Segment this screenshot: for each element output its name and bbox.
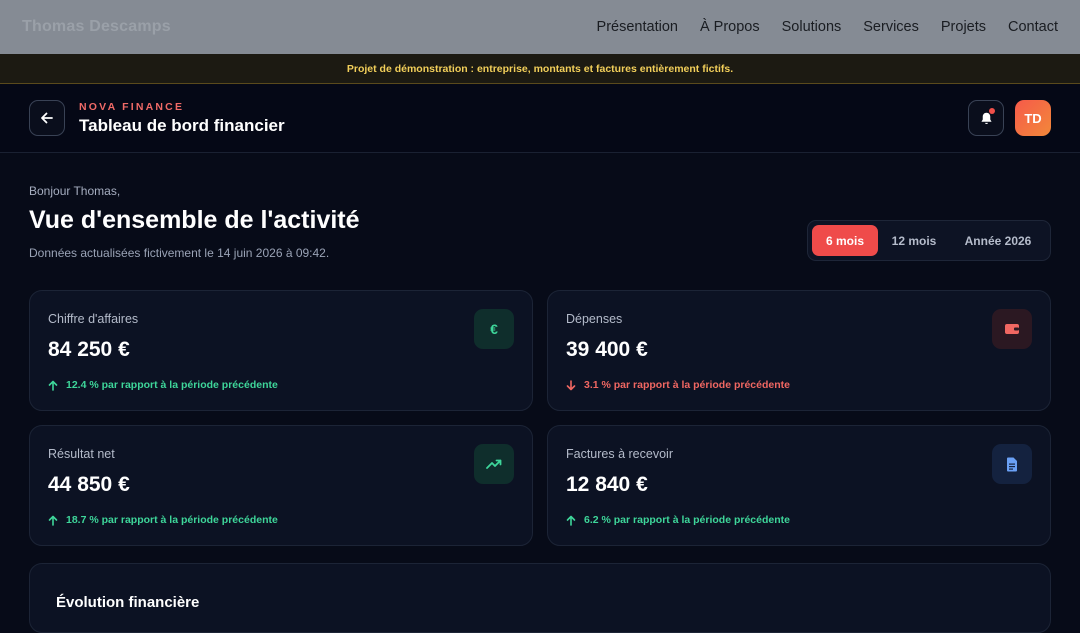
header-actions: TD (968, 100, 1051, 136)
kpi-value: 12 840 € (566, 473, 648, 496)
period-tab-annee-2026[interactable]: Année 2026 (950, 225, 1046, 256)
nav-link-solutions[interactable]: Solutions (782, 19, 842, 35)
kpi-label: Factures à recevoir (566, 447, 673, 461)
kpi-icon-box (474, 444, 514, 484)
kpi-trend-text: 3.1 % par rapport à la période précédent… (584, 379, 790, 391)
arrow-left-icon (41, 112, 53, 124)
invoice-icon (1007, 457, 1017, 471)
kpi-value: 39 400 € (566, 338, 648, 361)
updated-timestamp: Données actualisées fictivement le 14 ju… (29, 246, 330, 260)
notifications-button[interactable] (968, 100, 1004, 136)
kpi-trend-text: 6.2 % par rapport à la période précédent… (584, 514, 790, 526)
kpi-label: Résultat net (48, 447, 115, 461)
euro-icon: € (490, 321, 498, 337)
kpi-trend-text: 12.4 % par rapport à la période précéden… (66, 379, 278, 391)
arrow-up-icon (566, 515, 576, 526)
nav-link-presentation[interactable]: Présentation (597, 19, 678, 35)
site-nav-links: Présentation À Propos Solutions Services… (597, 19, 1058, 35)
demo-banner: Projet de démonstration : entreprise, mo… (0, 54, 1080, 84)
period-tab-6-mois[interactable]: 6 mois (812, 225, 878, 256)
kpi-icon-box (992, 309, 1032, 349)
header-eyebrow: NOVA FINANCE (79, 100, 185, 113)
app-header: NOVA FINANCE Tableau de bord financier T… (0, 84, 1080, 153)
nav-link-services[interactable]: Services (863, 19, 919, 35)
user-avatar[interactable]: TD (1015, 100, 1051, 136)
nav-link-projets[interactable]: Projets (941, 19, 986, 35)
page-title: Vue d'ensemble de l'activité (29, 206, 360, 234)
header-title: Tableau de bord financier (79, 115, 285, 135)
kpi-card-factures: Factures à recevoir 12 840 € 6.2 % par r… (547, 425, 1051, 546)
wallet-icon (1005, 324, 1019, 334)
kpi-trend-text: 18.7 % par rapport à la période précéden… (66, 514, 278, 526)
financial-evolution-section: Évolution financière (29, 563, 1051, 633)
greeting-text: Bonjour Thomas, (29, 184, 121, 198)
nav-link-contact[interactable]: Contact (1008, 19, 1058, 35)
arrow-up-icon (48, 515, 58, 526)
site-brand[interactable]: Thomas Descamps (22, 18, 171, 36)
kpi-label: Chiffre d'affaires (48, 312, 139, 326)
kpi-value: 44 850 € (48, 473, 130, 496)
kpi-card-chiffre-affaires: Chiffre d'affaires 84 250 € 12.4 % par r… (29, 290, 533, 411)
trending-up-icon (486, 459, 502, 469)
kpi-label: Dépenses (566, 312, 623, 326)
site-navbar: Thomas Descamps Présentation À Propos So… (0, 0, 1080, 54)
arrow-down-icon (566, 379, 576, 390)
kpi-card-depenses: Dépenses 39 400 € 3.1 % par rapport à la… (547, 290, 1051, 411)
back-button[interactable] (29, 100, 65, 136)
kpi-icon-box (992, 444, 1032, 484)
header-titles: NOVA FINANCE Tableau de bord financier (79, 101, 285, 136)
period-selector: 6 mois 12 mois Année 2026 (807, 220, 1051, 261)
kpi-trend: 18.7 % par rapport à la période précéden… (48, 514, 278, 526)
nav-link-a-propos[interactable]: À Propos (700, 19, 760, 35)
kpi-value: 84 250 € (48, 338, 130, 361)
kpi-icon-box: € (474, 309, 514, 349)
kpi-trend: 6.2 % par rapport à la période précédent… (566, 514, 790, 526)
arrow-up-icon (48, 380, 58, 391)
kpi-trend: 3.1 % par rapport à la période précédent… (566, 379, 790, 391)
period-tab-12-mois[interactable]: 12 mois (878, 225, 950, 256)
notification-dot (989, 108, 995, 114)
kpi-trend: 12.4 % par rapport à la période précéden… (48, 379, 278, 391)
kpi-card-resultat-net: Résultat net 44 850 € 18.7 % par rapport… (29, 425, 533, 546)
section-title: Évolution financière (56, 594, 200, 611)
